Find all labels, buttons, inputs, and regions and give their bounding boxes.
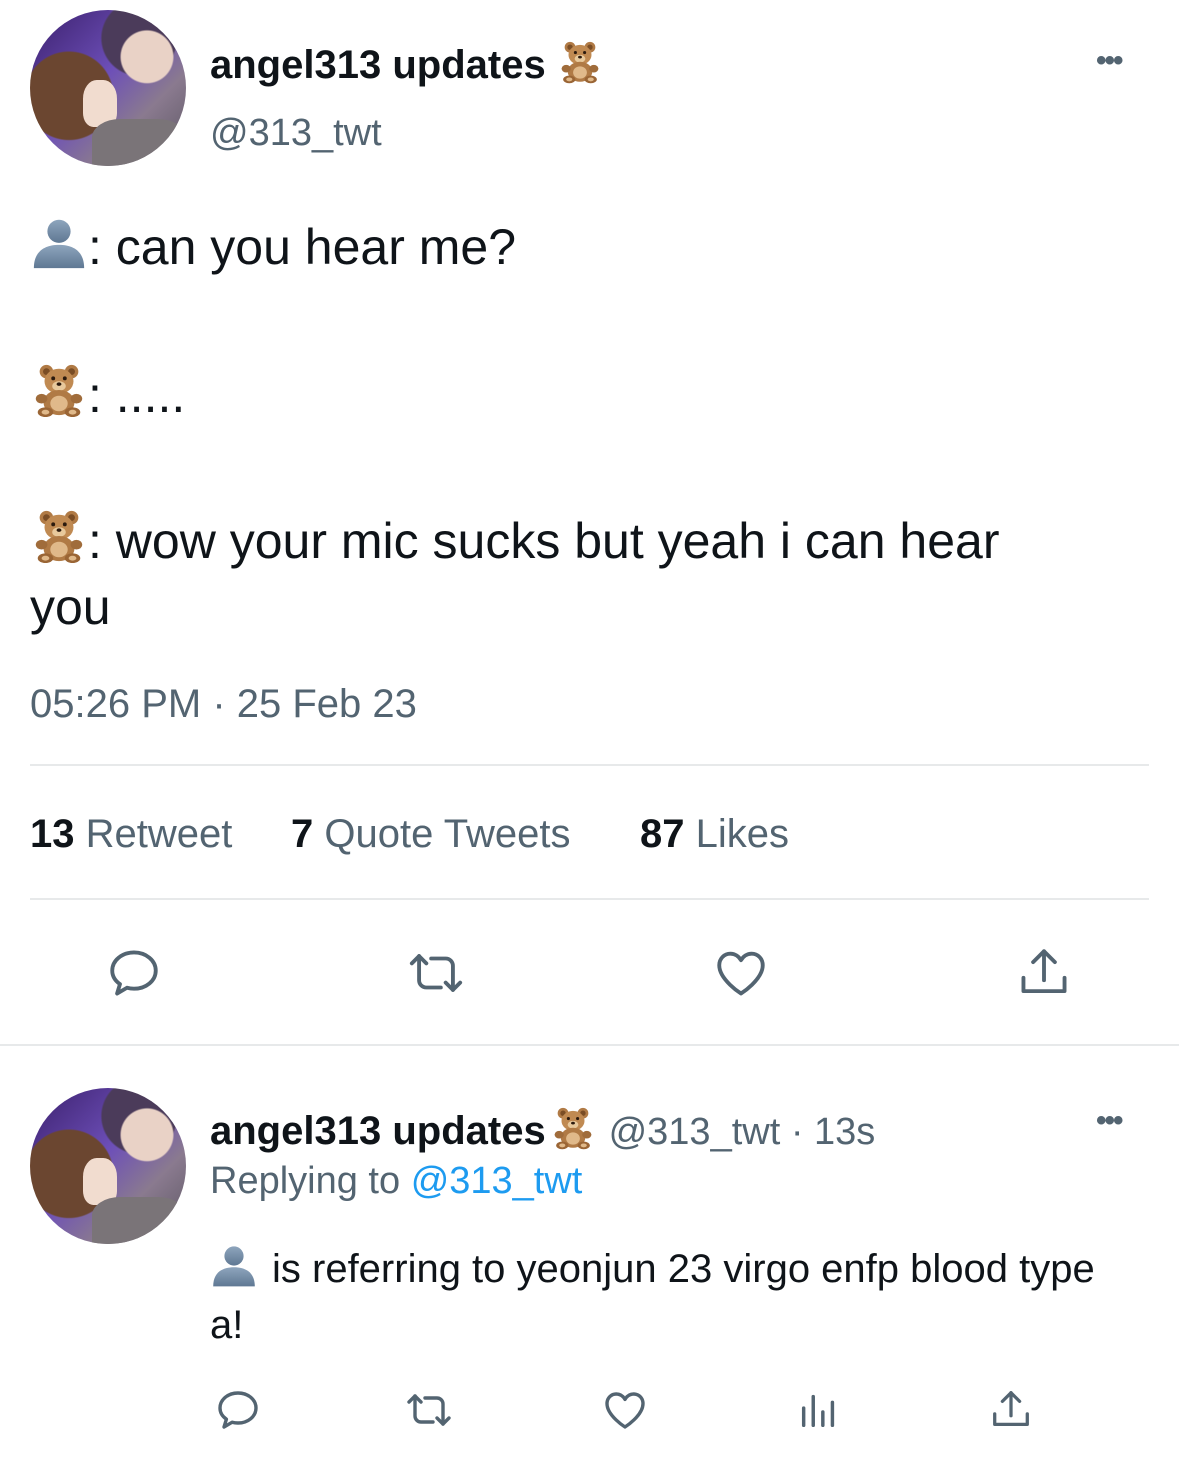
avatar-body-shape — [92, 119, 186, 166]
author-avatar[interactable] — [30, 10, 186, 166]
reply-author-name[interactable]: angel313 updates — [210, 1109, 546, 1153]
bust-silhouette-icon — [210, 1240, 258, 1288]
retweet-label: Retweet — [85, 812, 233, 856]
tweet-line-1: : can you hear me? — [30, 212, 516, 276]
reply-icon[interactable] — [214, 1386, 262, 1434]
reply-body-text: is referring to yeonjun 23 virgo enfp bl… — [210, 1247, 1095, 1347]
replying-to: Replying to @313_twt — [210, 1160, 582, 1203]
tweet-line-2-text: : ..... — [88, 367, 186, 423]
reply-handle-time[interactable]: @313_twt · 13s — [609, 1111, 876, 1153]
reply-icon[interactable] — [105, 944, 163, 1002]
reply-body: is referring to yeonjun 23 virgo enfp bl… — [210, 1240, 1130, 1353]
teddy-bear-icon — [30, 506, 88, 564]
retweet-count: 13 — [30, 812, 75, 856]
teddy-bear-icon — [30, 360, 88, 418]
tweet-line-1-text: : can you hear me? — [88, 219, 517, 275]
divider — [0, 1044, 1179, 1046]
like-heart-icon[interactable] — [711, 944, 771, 1002]
quote-tweets-stat[interactable]: 7 Quote Tweets — [291, 812, 570, 857]
more-options-icon[interactable]: ••• — [1096, 1104, 1123, 1138]
teddy-bear-icon — [550, 1104, 596, 1150]
author-name-row[interactable]: angel313 updates — [210, 38, 603, 88]
teddy-bear-icon — [557, 38, 603, 84]
reply-author-avatar[interactable] — [30, 1088, 186, 1244]
replying-to-label: Replying to — [210, 1160, 401, 1202]
tweet-line-3: : wow your mic sucks but yeah i can hear — [30, 506, 1000, 570]
retweet-icon[interactable] — [402, 1386, 456, 1434]
quote-label: Quote Tweets — [324, 812, 571, 856]
avatar-body-shape — [92, 1197, 186, 1244]
replying-to-handle-link[interactable]: @313_twt — [411, 1160, 583, 1202]
share-icon[interactable] — [1015, 944, 1073, 1002]
tweet-timestamp[interactable]: 05:26 PM · 25 Feb 23 — [30, 682, 417, 727]
divider — [30, 764, 1149, 766]
author-name[interactable]: angel313 updates — [210, 43, 546, 87]
tweet-line-3-text: : wow your mic sucks but yeah i can hear — [88, 513, 1000, 569]
share-icon[interactable] — [988, 1386, 1034, 1434]
likes-count: 87 — [640, 812, 685, 856]
divider — [30, 898, 1149, 900]
analytics-icon[interactable] — [796, 1386, 842, 1434]
quote-count: 7 — [291, 812, 314, 856]
tweet-line-4-text: you — [30, 579, 111, 635]
retweets-stat[interactable]: 13 Retweet — [30, 812, 232, 857]
like-heart-icon[interactable] — [600, 1386, 650, 1434]
likes-stat[interactable]: 87 Likes — [640, 812, 789, 857]
bust-silhouette-icon — [30, 212, 88, 270]
likes-label: Likes — [695, 812, 790, 856]
author-handle[interactable]: @313_twt — [210, 112, 382, 155]
reply-header: angel313 updates @313_twt · 13s — [210, 1104, 875, 1154]
more-options-icon[interactable]: ••• — [1096, 44, 1123, 78]
tweet-line-2: : ..... — [30, 360, 185, 424]
retweet-icon[interactable] — [404, 944, 468, 1002]
